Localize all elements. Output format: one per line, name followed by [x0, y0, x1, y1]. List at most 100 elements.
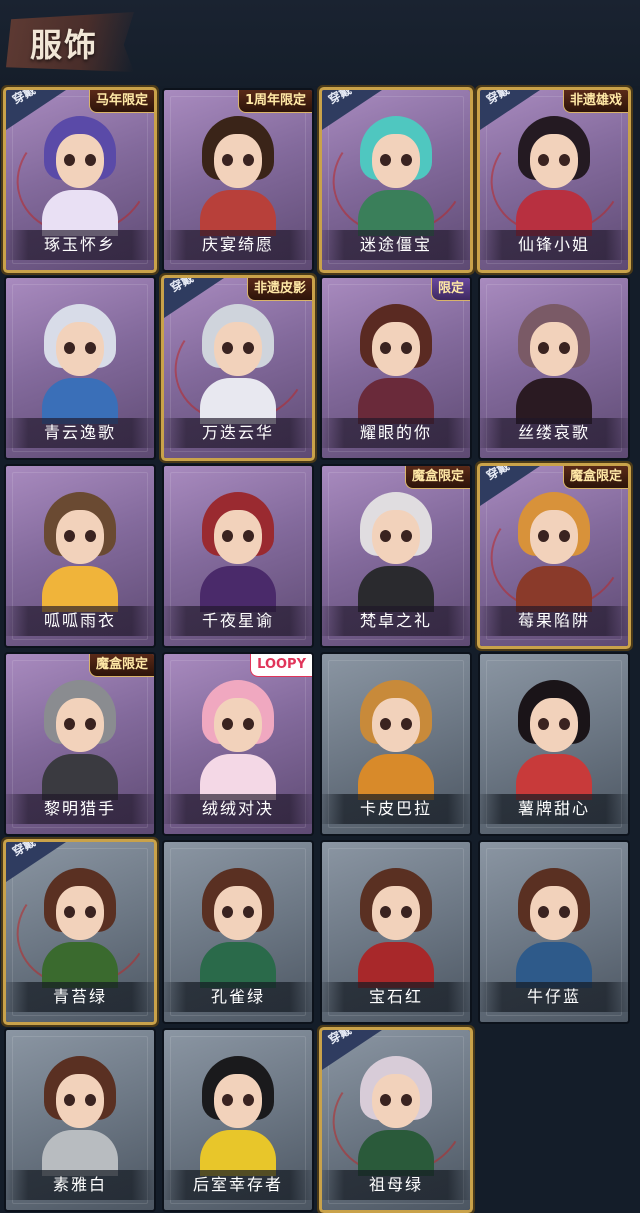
limited-tag: 限定 — [430, 278, 470, 301]
costume-card[interactable]: 丝缕哀歌 — [480, 278, 628, 458]
limited-tag: LOOPY — [250, 654, 312, 677]
character-portrait — [514, 298, 594, 424]
portrait-eye — [559, 342, 570, 354]
costume-name: 青云逸歌 — [6, 418, 154, 448]
character-portrait — [40, 674, 120, 800]
character-portrait — [356, 110, 436, 236]
character-portrait — [514, 862, 594, 988]
portrait-eye — [222, 530, 233, 542]
portrait-eye — [380, 342, 391, 354]
costume-card[interactable]: 魔盒限定梵卓之礼 — [322, 466, 470, 646]
costume-name: 耀眼的你 — [322, 418, 470, 448]
portrait-eye — [243, 1094, 254, 1106]
character-portrait — [198, 110, 278, 236]
costume-card[interactable]: 呱呱雨衣 — [6, 466, 154, 646]
costume-card[interactable]: 穿戴 迷途僵宝 — [322, 90, 470, 270]
costume-card[interactable]: 魔盒限定 穿戴 莓果陷阱 — [480, 466, 628, 646]
portrait-eye — [243, 906, 254, 918]
costume-card[interactable]: 穿戴 青苔绿 — [6, 842, 154, 1022]
costume-card[interactable]: 孔雀绿 — [164, 842, 312, 1022]
costume-name: 后室幸存者 — [164, 1170, 312, 1200]
character-portrait — [198, 862, 278, 988]
costume-card[interactable]: 非遗雄戏 穿戴 仙锋小姐 — [480, 90, 628, 270]
costume-name: 庆宴绮愿 — [164, 230, 312, 260]
portrait-eye — [538, 718, 549, 730]
portrait-eye — [85, 718, 96, 730]
portrait-eye — [64, 530, 75, 542]
character-portrait — [356, 862, 436, 988]
costume-name: 薯牌甜心 — [480, 794, 628, 824]
portrait-eye — [222, 906, 233, 918]
portrait-eye — [243, 718, 254, 730]
portrait-eye — [401, 906, 412, 918]
costume-card[interactable]: 后室幸存者 — [164, 1030, 312, 1210]
costume-card[interactable]: LOOPY 绒绒对决 — [164, 654, 312, 834]
costume-card[interactable]: 非遗皮影 穿戴 万迭云华 — [164, 278, 312, 458]
portrait-eye — [559, 530, 570, 542]
portrait-eye — [64, 1094, 75, 1106]
character-portrait — [514, 110, 594, 236]
portrait-eye — [538, 342, 549, 354]
costume-card[interactable]: 牛仔蓝 — [480, 842, 628, 1022]
limited-tag: 魔盒限定 — [404, 466, 470, 489]
costume-card[interactable]: 青云逸歌 — [6, 278, 154, 458]
portrait-eye — [222, 154, 233, 166]
limited-tag: 魔盒限定 — [88, 654, 154, 677]
costume-card[interactable]: 薯牌甜心 — [480, 654, 628, 834]
portrait-eye — [401, 1094, 412, 1106]
portrait-eye — [64, 342, 75, 354]
portrait-eye — [538, 530, 549, 542]
limited-tag: 魔盒限定 — [562, 466, 628, 489]
character-portrait — [356, 298, 436, 424]
portrait-eye — [401, 530, 412, 542]
limited-tag: 非遗皮影 — [246, 278, 312, 301]
costume-name: 素雅白 — [6, 1170, 154, 1200]
costume-name: 卡皮巴拉 — [322, 794, 470, 824]
portrait-eye — [559, 154, 570, 166]
portrait-eye — [380, 154, 391, 166]
portrait-eye — [559, 906, 570, 918]
costume-name: 千夜星谕 — [164, 606, 312, 636]
portrait-eye — [559, 718, 570, 730]
costume-card[interactable]: 魔盒限定黎明猎手 — [6, 654, 154, 834]
character-portrait — [356, 674, 436, 800]
costume-name: 梵卓之礼 — [322, 606, 470, 636]
costume-card[interactable]: 卡皮巴拉 — [322, 654, 470, 834]
costume-card[interactable]: 千夜星谕 — [164, 466, 312, 646]
character-portrait — [356, 486, 436, 612]
costume-card[interactable]: 马年限定 穿戴 琢玉怀乡 — [6, 90, 154, 270]
portrait-eye — [243, 530, 254, 542]
costume-name: 青苔绿 — [6, 982, 154, 1012]
costume-name: 仙锋小姐 — [480, 230, 628, 260]
costume-name: 牛仔蓝 — [480, 982, 628, 1012]
costume-name: 呱呱雨衣 — [6, 606, 154, 636]
character-portrait — [514, 486, 594, 612]
costume-name: 祖母绿 — [322, 1170, 470, 1200]
character-portrait — [40, 1050, 120, 1176]
portrait-eye — [380, 530, 391, 542]
portrait-eye — [64, 906, 75, 918]
portrait-eye — [380, 1094, 391, 1106]
character-portrait — [198, 298, 278, 424]
costume-card[interactable]: 穿戴 祖母绿 — [322, 1030, 470, 1210]
costume-card[interactable]: 限定耀眼的你 — [322, 278, 470, 458]
costume-card[interactable]: 素雅白 — [6, 1030, 154, 1210]
costume-name: 宝石红 — [322, 982, 470, 1012]
character-portrait — [198, 486, 278, 612]
portrait-eye — [64, 718, 75, 730]
character-portrait — [356, 1050, 436, 1176]
portrait-eye — [85, 1094, 96, 1106]
costume-name: 黎明猎手 — [6, 794, 154, 824]
costume-card[interactable]: 宝石红 — [322, 842, 470, 1022]
limited-tag: 1周年限定 — [237, 90, 312, 113]
character-portrait — [198, 1050, 278, 1176]
portrait-eye — [243, 154, 254, 166]
costume-name: 丝缕哀歌 — [480, 418, 628, 448]
costume-card[interactable]: 1周年限定庆宴绮愿 — [164, 90, 312, 270]
portrait-eye — [85, 342, 96, 354]
costume-name: 莓果陷阱 — [480, 606, 628, 636]
portrait-eye — [85, 530, 96, 542]
costume-name: 万迭云华 — [164, 418, 312, 448]
character-portrait — [40, 298, 120, 424]
portrait-eye — [222, 342, 233, 354]
